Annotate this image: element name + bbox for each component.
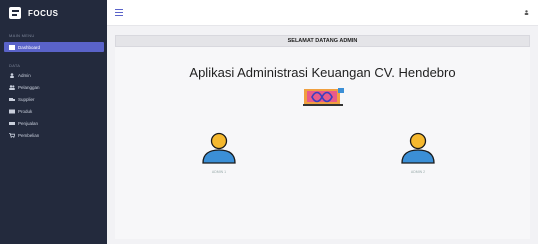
- users-icon: [9, 85, 15, 90]
- sidebar-item-label: Penjualan: [18, 121, 39, 126]
- welcome-banner: SELAMAT DATANG ADMIN: [115, 35, 530, 47]
- sidebar-item-label: Supplier: [18, 97, 35, 102]
- user-menu-icon[interactable]: [524, 10, 529, 15]
- sidebar-item-produk[interactable]: Produk: [0, 106, 107, 117]
- sidebar-item-label: Pembelian: [18, 133, 40, 138]
- brand-name: FOCUS: [28, 8, 59, 18]
- sidebar-item-label: Produk: [18, 109, 33, 114]
- brand[interactable]: FOCUS: [0, 0, 107, 26]
- section-main-menu: MAIN MENU: [9, 33, 35, 38]
- sales-icon: [9, 122, 15, 125]
- sidebar-item-supplier[interactable]: Supplier: [0, 94, 107, 105]
- dashboard-icon: [9, 44, 15, 50]
- company-logo-icon: [303, 88, 344, 106]
- user-icon: [10, 73, 14, 78]
- avatar-label: ADMIN 1: [211, 170, 227, 174]
- sidebar-item-pelanggan[interactable]: Pelanggan: [0, 82, 107, 93]
- truck-icon: [9, 98, 15, 101]
- menu-toggle-icon[interactable]: [115, 9, 123, 16]
- cart-icon: [9, 133, 15, 138]
- sidebar: FOCUS MAIN MENU Dashboard DATA Admin Pel…: [0, 0, 107, 244]
- admin-avatar-icon[interactable]: [201, 132, 237, 164]
- page-title: Aplikasi Administrasi Keuangan CV. Hende…: [189, 65, 456, 80]
- sidebar-item-penjualan[interactable]: Penjualan: [0, 118, 107, 129]
- sidebar-item-admin[interactable]: Admin: [0, 70, 107, 81]
- box-icon: [9, 109, 15, 114]
- admin-avatar-icon[interactable]: [400, 132, 436, 164]
- avatar-label: ADMIN 2: [410, 170, 426, 174]
- sidebar-item-label: Admin: [18, 73, 31, 78]
- topbar: [107, 0, 538, 26]
- sidebar-item-dashboard[interactable]: Dashboard: [4, 42, 104, 52]
- sidebar-item-pembelian[interactable]: Pembelian: [0, 130, 107, 141]
- focus-logo-icon: [9, 7, 21, 19]
- sidebar-item-label: Dashboard: [18, 44, 41, 50]
- sidebar-item-label: Pelanggan: [18, 85, 40, 90]
- section-data: DATA: [9, 63, 21, 68]
